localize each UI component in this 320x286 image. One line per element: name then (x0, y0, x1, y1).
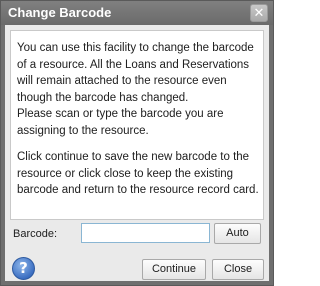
message-paragraph-2: Please scan or type the barcode you are … (17, 108, 224, 137)
dialog-title: Change Barcode (8, 5, 112, 20)
auto-button[interactable]: Auto (214, 223, 261, 244)
message-paragraph-3: Click continue to save the new barcode t… (17, 151, 259, 196)
change-barcode-dialog: Change Barcode ✕ You can use this facili… (0, 0, 274, 286)
message-paragraph-1: You can use this facility to change the … (17, 42, 254, 104)
dialog-titlebar: Change Barcode ✕ (1, 1, 273, 25)
dialog-body: You can use this facility to change the … (5, 25, 269, 281)
help-icon[interactable]: ? (12, 257, 35, 280)
close-icon[interactable]: ✕ (250, 4, 268, 22)
continue-button[interactable]: Continue (142, 259, 206, 280)
message-box: You can use this facility to change the … (10, 30, 264, 220)
barcode-label: Barcode: (13, 228, 58, 240)
close-button[interactable]: Close (212, 259, 264, 280)
barcode-input[interactable] (81, 223, 210, 243)
